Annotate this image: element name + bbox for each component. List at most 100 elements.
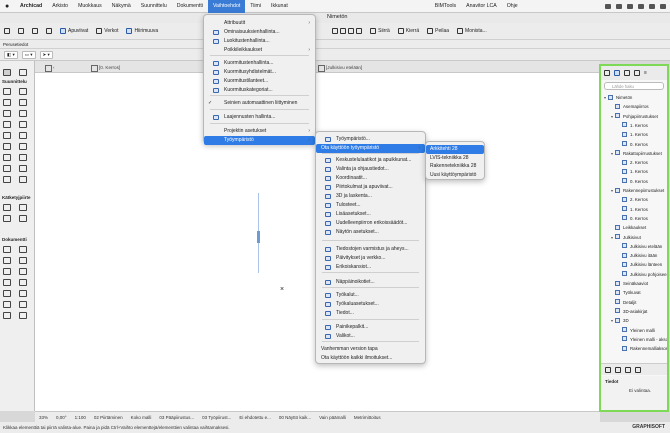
navigator-item-rakattopiirrustukset[interactable]: ▾ Rakattopiirrustukset [611,149,662,158]
window-tool[interactable] [19,99,27,106]
vaihtoehdot-item-ominaisuuksienhallinta[interactable]: Ominaisuuksienhallinta... [204,28,315,37]
level-dim-tool[interactable] [19,204,27,211]
line-tool[interactable] [19,268,27,275]
clone-icon[interactable] [615,366,621,373]
roof-tool[interactable] [3,132,11,139]
tyoymparisto-item-työkaluasetukset[interactable]: Työkaluasetukset... [316,300,425,309]
vaihtoehdot-item-kuormitustenhallinta[interactable]: Kuormitustenhallinta... [204,59,315,68]
cloud-icon[interactable] [616,4,622,9]
tyoymparisto-item-keskustelulaatikot-ja-apuikkunat[interactable]: Keskustelulaatikot ja apuikkunat... [316,156,425,165]
menu-nakyma[interactable]: Näkymä [107,0,136,13]
menu-suunnittelu[interactable]: Suunnittelu [136,0,172,13]
tyoymparisto-item-tiedot[interactable]: Tiedot... [316,309,425,318]
navigator-item-leikkaukset[interactable]: Leikkaukset [611,223,646,232]
tyoymparisto-item-3d-ja-laskenta[interactable]: 3D ja laskenta... [316,192,425,201]
menu-muokkaus[interactable]: Muokkaus [73,0,107,13]
tab-elevation[interactable]: [Julkisivu etelään] [316,63,362,72]
navigator-item-rakennemalliaksonometria[interactable]: Rakennemalliaksonometria [618,344,667,353]
tyoymparisto-item-päivitykset-ja-verkko[interactable]: Päivitykset ja verkko... [316,254,425,263]
figure-tool[interactable] [3,301,11,308]
vaihtoehdot-item-poikkileikkaukset[interactable]: Poikkileikkaukset › [204,46,315,55]
publisher-icon[interactable] [634,70,640,76]
toolbox-section-suunnittelu[interactable]: Suunnittelu [2,79,27,84]
change-tool[interactable] [19,312,27,319]
morph-tool[interactable] [3,154,11,161]
siirra-button[interactable]: Siirrä [366,24,394,38]
label-tool[interactable] [19,257,27,264]
tyoymparisto-item-näppäinoikotiet[interactable]: Näppäinoikotiet... [316,278,425,287]
new-folder-icon[interactable] [605,366,611,373]
navigator-item-julkisivu-pohjoiseen[interactable]: Julkisivu pohjoiseen [618,270,667,279]
model-type[interactable]: 03 Työpiirust... [202,415,231,420]
menu-ikkunat[interactable]: Ikkunat [266,0,293,13]
column-tool[interactable] [3,99,11,106]
navigator-item-3d[interactable]: ▾ 3D [611,316,629,325]
vaihtoehdot-item-luokitustenhallinta[interactable]: Luokitustenhallinta... [204,37,315,46]
navigator-item-yleinen-malli-aksonometria[interactable]: Yleinen malli - aksonometria [618,335,667,344]
toolbox-section-dokumentti[interactable]: Dokumentti [2,237,27,242]
verkot-button[interactable]: Verkot [92,24,122,38]
tyoymparisto-item-koordinaatit[interactable]: Koordinaatit... [316,174,425,183]
detail-tool[interactable] [19,246,27,253]
beam-tool[interactable] [3,110,11,117]
navigator-item-2-kerros[interactable]: 2. Kerros [618,158,648,167]
arrow-selector[interactable]: ➤ ▾ [39,50,53,59]
navigator-item-julkisivu-länteen[interactable]: Julkisivu länteen [618,260,662,269]
tyoymparisto-item-vanhemman-version-tapa[interactable]: Vanhemman version tapa [316,345,425,354]
navigator-item-julkisivut[interactable]: ▾ Julkisivut [611,233,641,242]
marquee-tool[interactable] [19,69,27,76]
menu-ohje[interactable]: Ohje [502,0,523,13]
mesh-tool[interactable] [19,165,27,172]
dropbox-icon[interactable] [605,4,611,9]
toolbox-section-katketyt[interactable]: Kätketyjpiirte [2,195,31,200]
spline-tool[interactable] [3,290,11,297]
menu-vaihtoehdot[interactable]: Vaihtoehdot [207,0,246,13]
navigator-item-3d-asiakirjat[interactable]: 3D-asiakirjat [611,307,647,316]
slab-tool[interactable] [3,121,11,128]
geometry-selector[interactable]: ▭ ▾ [21,50,36,59]
menu-arkisto[interactable]: Arkisto [47,0,73,13]
dimension-unit[interactable]: Metrimittoitus [354,415,381,420]
kierra-button[interactable]: Kierrä [394,24,423,38]
tyoymparisto-item-valinta-ja-ohjaustiedot[interactable]: Valinta ja ohjaustiedot... [316,165,425,174]
door-tool[interactable] [19,88,27,95]
tyoymparisto-item-tiedostojen-varmistus-ja-aheys[interactable]: Tiedostojen varmistus ja aheys... [316,245,425,254]
apple-menu-icon[interactable]: ● [5,3,15,10]
tyoymparisto-item-painikepalkit[interactable]: Painikepalkit... [316,323,425,332]
tyoymparisto-item-uudelleenpiirron-erikoissäädöt[interactable]: Uudelleenpiirron erikoissäädöt... [316,219,425,228]
tyoymparisto-item-ota-käyttöön-työympäristö[interactable]: Ota käyttöön työympäristö › [316,144,425,153]
tyoymparisto-item-ota-käyttöön-kaikki-ilmoitukset[interactable]: Ota käyttöön kaikki ilmoitukset... [316,354,425,363]
navigator-item-asemapiirros[interactable]: Asemapiirros [611,102,649,111]
inject-button[interactable] [42,24,56,38]
navigator-item-1-kerros[interactable]: 1. Kerros [618,205,648,214]
dimension-tool[interactable] [3,204,11,211]
apuviivat-button[interactable]: Apuviivat [56,24,92,38]
menu-bimtools[interactable]: BIMTools [430,0,461,13]
grid-tool[interactable] [3,215,11,222]
polyline-tool[interactable] [19,279,27,286]
tab-floor-plan[interactable]: [0. Kerros] [89,63,120,72]
hiiri-button[interactable]: Hiirimuuva [122,24,162,38]
peilaa-button[interactable]: Peilaa [423,24,453,38]
rect-tool-icon[interactable] [356,28,363,34]
redo-button[interactable] [14,24,28,38]
tyoymparisto-item-näytön-asetukset[interactable]: Näytön asetukset... [316,228,425,237]
menu-dokumentti[interactable]: Dokumentti [172,0,208,13]
line-tool-icon[interactable] [340,28,347,34]
view-map-icon[interactable] [614,70,620,76]
navigator-item-rakennepiirrustukset[interactable]: ▾ Rakennepiirrustukset [611,186,664,195]
drawing-tool[interactable] [3,312,11,319]
project-map-icon[interactable] [604,70,610,76]
undo-button[interactable] [0,24,14,38]
view-option[interactable]: 00 Näyttö kaik... [279,415,311,420]
navigator-item-0-kerros[interactable]: 0. Kerros [618,177,648,186]
angle-value[interactable]: 0,00° [56,415,67,420]
text-tool[interactable] [3,257,11,264]
layout-book-icon[interactable] [624,70,630,76]
delete-icon[interactable] [635,366,641,373]
curtain-wall-tool[interactable] [19,143,27,150]
opening-tool[interactable] [19,176,27,183]
navigator-item-0-kerros[interactable]: 0. Kerros [618,140,648,149]
navigator-item-detaljit[interactable]: Detaljit [611,298,636,307]
object-tool[interactable] [19,154,27,161]
